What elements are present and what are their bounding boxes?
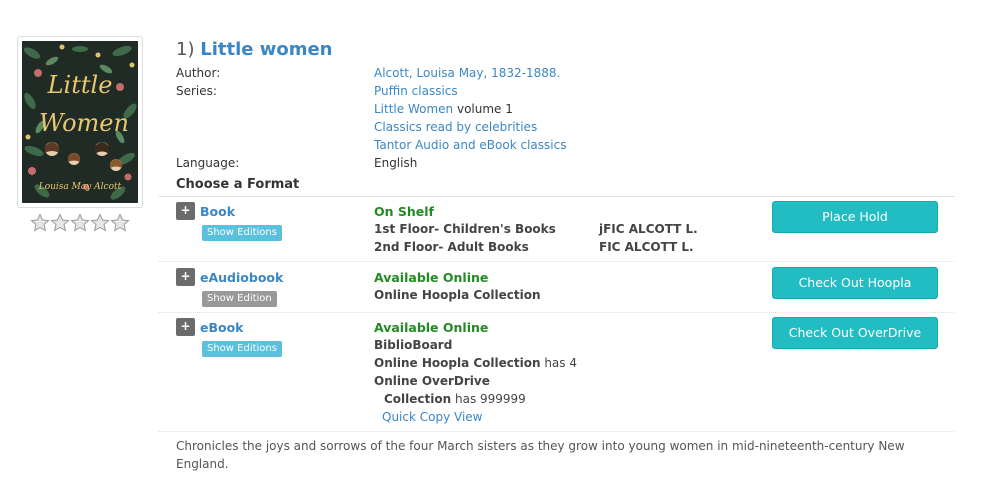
copy-count: has 4 <box>540 356 577 370</box>
location-text: BiblioBoard <box>374 338 453 352</box>
author-label: Author: <box>176 66 221 80</box>
status-available-online: Available Online <box>374 270 489 285</box>
expand-book-button[interactable]: + <box>176 202 195 220</box>
check-out-hoopla-button[interactable]: Check Out Hoopla <box>772 267 938 299</box>
series-item: Puffin classics <box>374 84 458 98</box>
expand-ebook-button[interactable]: + <box>176 318 195 336</box>
show-editions-button[interactable]: Show Editions <box>202 225 282 241</box>
series-link[interactable]: Puffin classics <box>374 84 458 98</box>
divider <box>159 196 954 197</box>
call-number: FIC ALCOTT L. <box>599 240 694 254</box>
divider <box>159 261 954 262</box>
star-rating[interactable] <box>30 213 130 233</box>
format-ebook-link[interactable]: eBook <box>200 320 244 335</box>
series-label: Series: <box>176 84 217 98</box>
series-link[interactable]: Little Women <box>374 102 453 116</box>
star-icon[interactable] <box>70 213 90 233</box>
format-book-link[interactable]: Book <box>200 204 235 219</box>
book-cover-frame[interactable]: Little Women Louisa May Alcott <box>17 36 143 208</box>
location-text: 2nd Floor- Adult Books <box>374 240 529 254</box>
svg-text:Women: Women <box>39 109 129 137</box>
location-text: Collection has 999999 <box>384 392 526 406</box>
divider <box>159 431 954 432</box>
series-link[interactable]: Tantor Audio and eBook classics <box>374 138 566 152</box>
status-on-shelf: On Shelf <box>374 204 434 219</box>
author-link[interactable]: Alcott, Louisa May, 1832-1888. <box>374 66 560 80</box>
star-icon[interactable] <box>90 213 110 233</box>
place-hold-button[interactable]: Place Hold <box>772 201 938 233</box>
star-icon[interactable] <box>30 213 50 233</box>
series-item: Little Women volume 1 <box>374 102 513 116</box>
result-title: 1) Little women <box>176 39 333 60</box>
series-item: Classics read by celebrities <box>374 120 537 134</box>
language-value: English <box>374 156 418 170</box>
book-description: Chronicles the joys and sorrows of the f… <box>176 439 905 471</box>
svg-text:Little: Little <box>47 71 113 99</box>
copy-count: has 999999 <box>451 392 526 406</box>
language-label: Language: <box>176 156 240 170</box>
location-text: Online OverDrive <box>374 374 490 388</box>
choose-format-heading: Choose a Format <box>176 177 300 192</box>
star-icon[interactable] <box>110 213 130 233</box>
star-icon[interactable] <box>50 213 70 233</box>
location-text: 1st Floor- Children's Books <box>374 222 556 236</box>
series-link[interactable]: Classics read by celebrities <box>374 120 537 134</box>
show-editions-button[interactable]: Show Editions <box>202 341 282 357</box>
status-available-online: Available Online <box>374 320 489 335</box>
format-eaudiobook-link[interactable]: eAudiobook <box>200 270 283 285</box>
cover-illustration: Little Women Louisa May Alcott <box>22 41 138 203</box>
result-number: 1) <box>176 39 195 60</box>
quick-copy-view-link[interactable]: Quick Copy View <box>382 410 482 424</box>
location-text: Online Hoopla Collection has 4 <box>374 356 577 370</box>
show-edition-button[interactable]: Show Edition <box>202 291 277 307</box>
check-out-overdrive-button[interactable]: Check Out OverDrive <box>772 317 938 349</box>
series-volume: volume 1 <box>453 102 513 116</box>
svg-text:Louisa May Alcott: Louisa May Alcott <box>38 182 122 192</box>
book-cover-image[interactable]: Little Women Louisa May Alcott <box>22 41 138 203</box>
expand-eaudiobook-button[interactable]: + <box>176 268 195 286</box>
series-item: Tantor Audio and eBook classics <box>374 138 566 152</box>
location-text: Online Hoopla Collection <box>374 288 541 302</box>
title-link[interactable]: Little women <box>200 39 332 60</box>
call-number: jFIC ALCOTT L. <box>599 222 698 236</box>
divider <box>159 312 954 313</box>
